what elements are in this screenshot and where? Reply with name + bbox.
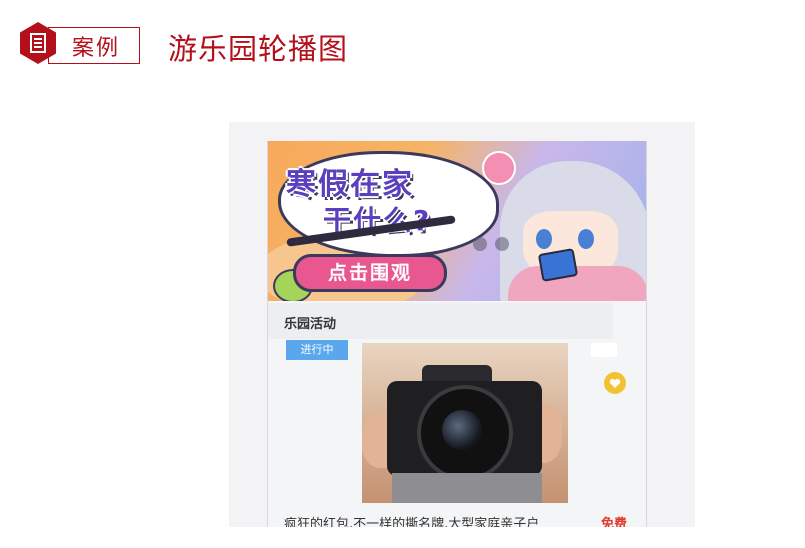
case-tag-label: 案例 (72, 36, 121, 61)
banner-character-eye (578, 229, 594, 249)
carousel-indicator[interactable] (473, 237, 509, 251)
carousel-dot[interactable] (495, 237, 509, 251)
banner-peach-illustration (482, 151, 516, 185)
page-title: 游乐园轮播图 (168, 32, 349, 66)
photo-shirt (392, 473, 542, 503)
carousel-dot[interactable] (473, 237, 487, 251)
phone-screen: 寒假在家 干什么? 点击围观 乐园活动 进行中 疯狂的红包,不一样的撕名牌,大型 (267, 141, 647, 527)
banner-character-eye (536, 229, 552, 249)
status-badge: 进行中 (286, 340, 348, 360)
carousel-banner[interactable]: 寒假在家 干什么? 点击围观 (268, 141, 646, 301)
banner-headline: 寒假在家 (286, 167, 414, 202)
camera-lens-glass (442, 410, 482, 450)
card-chip (591, 343, 617, 357)
card-caption: 疯狂的红包,不一样的撕名牌,大型家庭亲子户 (284, 517, 540, 527)
heart-icon[interactable] (604, 372, 626, 394)
card-title: 乐园活动 (284, 317, 337, 332)
price-label: 免费 (601, 517, 628, 527)
banner-cta-button[interactable]: 点击围观 (293, 254, 447, 292)
activity-photo[interactable] (362, 343, 568, 503)
